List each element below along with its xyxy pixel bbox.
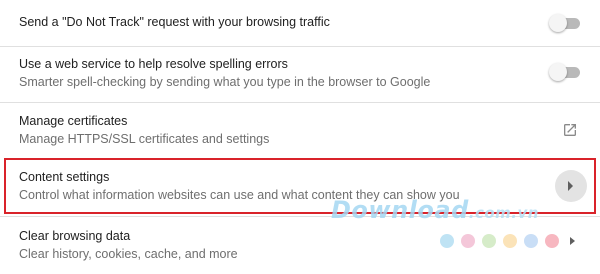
- do-not-track-title: Send a "Do Not Track" request with your …: [19, 15, 330, 29]
- decor-dot: [524, 234, 538, 248]
- toggle-knob: [549, 63, 567, 81]
- spelling-service-subtitle: Smarter spell-checking by sending what y…: [19, 75, 431, 89]
- decor-dot: [503, 234, 517, 248]
- do-not-track-toggle[interactable]: [549, 13, 583, 33]
- toggle-knob: [549, 14, 567, 32]
- open-in-new-icon[interactable]: [562, 122, 578, 138]
- manage-certificates-row[interactable]: Manage certificates Manage HTTPS/SSL cer…: [0, 103, 600, 158]
- settings-panel: Send a "Do Not Track" request with your …: [0, 0, 600, 274]
- clear-browsing-data-subtitle: Clear history, cookies, cache, and more: [19, 247, 238, 261]
- download-watermark-logo: Download.com.vn: [331, 196, 539, 224]
- manage-certificates-subtitle: Manage HTTPS/SSL certificates and settin…: [19, 132, 270, 146]
- do-not-track-row[interactable]: Send a "Do Not Track" request with your …: [0, 0, 600, 46]
- decor-dot: [482, 234, 496, 248]
- decor-dot: [440, 234, 454, 248]
- spelling-service-row[interactable]: Use a web service to help resolve spelli…: [0, 47, 600, 102]
- clear-browsing-data-title: Clear browsing data: [19, 229, 131, 243]
- chevron-right-icon[interactable]: [570, 237, 576, 245]
- spelling-service-toggle[interactable]: [549, 62, 583, 82]
- manage-certificates-title: Manage certificates: [19, 114, 128, 128]
- decor-dot: [545, 234, 559, 248]
- decor-dot: [461, 234, 475, 248]
- watermark-main: Download: [331, 196, 469, 224]
- watermark-suffix: .com.vn: [468, 204, 539, 222]
- spelling-service-title: Use a web service to help resolve spelli…: [19, 57, 288, 71]
